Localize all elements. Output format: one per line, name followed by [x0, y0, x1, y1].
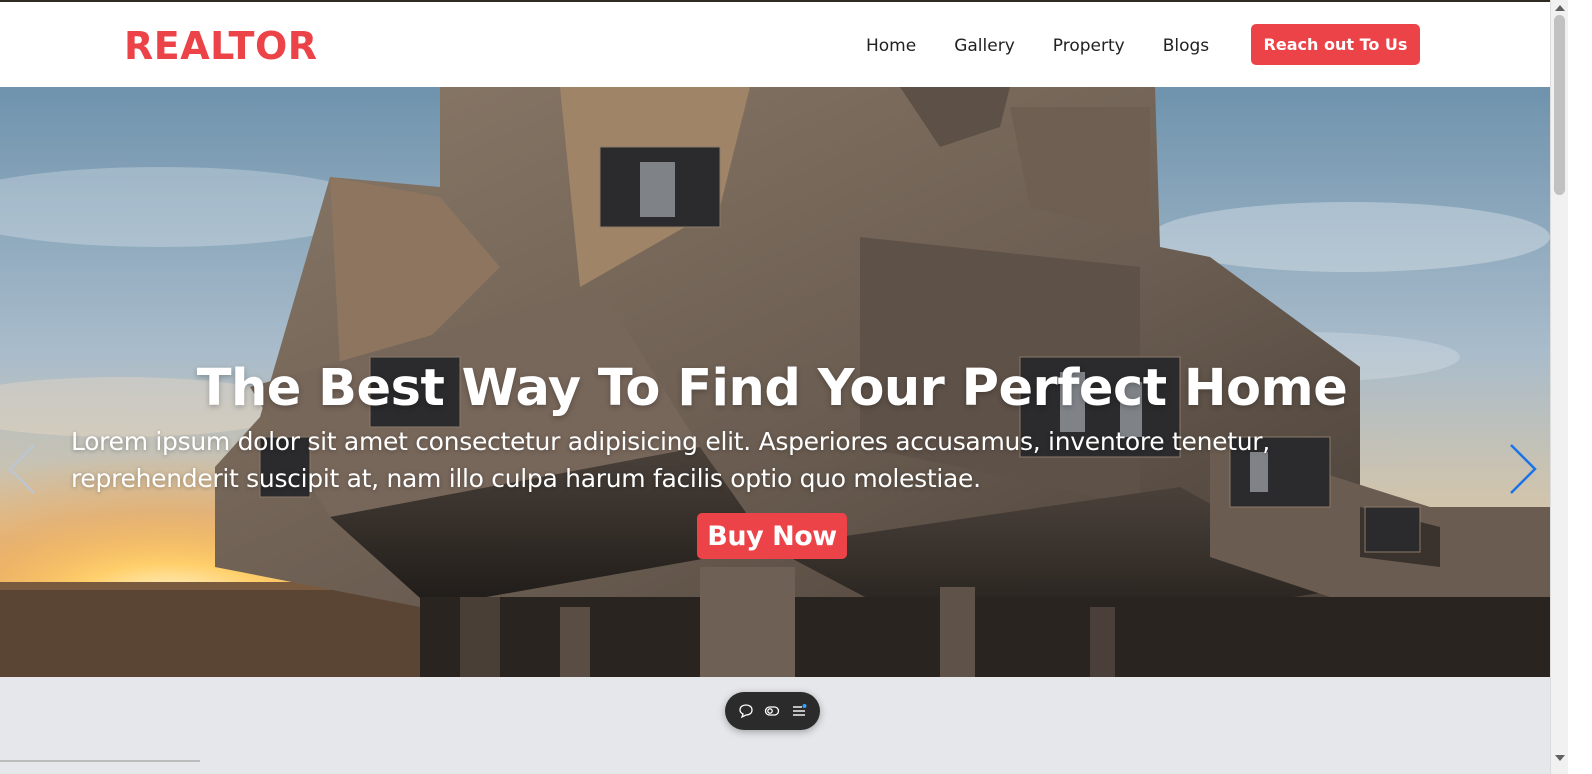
scroll-up-arrow[interactable] — [1555, 5, 1565, 11]
scroll-thumb[interactable] — [1554, 15, 1565, 195]
hero-title: The Best Way To Find Your Perfect Home — [196, 359, 1348, 418]
brand-logo[interactable]: REALTOR — [124, 24, 318, 68]
navbar: REALTOR Home Gallery Property Blogs Reac… — [0, 2, 1550, 87]
chat-bubble-icon[interactable] — [736, 701, 756, 721]
nav-link-home[interactable]: Home — [866, 36, 916, 56]
nav-link-gallery[interactable]: Gallery — [954, 36, 1015, 56]
toggle-icon[interactable] — [762, 701, 782, 721]
floating-toolbar — [725, 692, 820, 730]
buy-now-button[interactable]: Buy Now — [697, 513, 847, 559]
nav-link-blogs[interactable]: Blogs — [1163, 36, 1209, 56]
chevron-left-icon — [8, 444, 35, 494]
chevron-right-icon — [1510, 444, 1537, 494]
scroll-down-arrow[interactable] — [1555, 755, 1565, 761]
carousel-next-button[interactable] — [1505, 443, 1541, 495]
reach-out-button[interactable]: Reach out To Us — [1251, 24, 1420, 65]
menu-list-icon[interactable] — [789, 701, 809, 721]
page-scrollbar[interactable] — [1550, 0, 1568, 774]
horizontal-scroll-indicator — [0, 760, 200, 762]
carousel-prev-button[interactable] — [4, 443, 40, 495]
hero-carousel: The Best Way To Find Your Perfect Home L… — [0, 87, 1550, 677]
nav-links: Home Gallery Property Blogs — [866, 36, 1209, 56]
nav-link-property[interactable]: Property — [1053, 36, 1125, 56]
window-edge — [1568, 0, 1592, 774]
hero-description: Lorem ipsum dolor sit amet consectetur a… — [71, 427, 1270, 493]
